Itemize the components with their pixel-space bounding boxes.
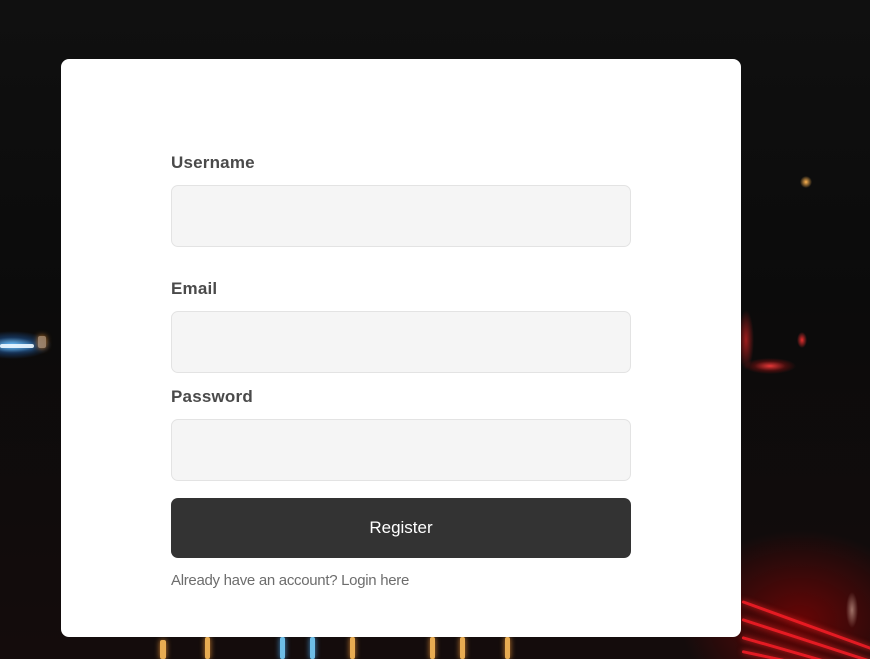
light-trail <box>310 637 315 659</box>
light-trail <box>430 637 435 659</box>
email-input[interactable] <box>171 311 631 373</box>
light-trail <box>205 637 210 659</box>
email-label: Email <box>171 279 218 298</box>
register-card: Username Email Password Register Already… <box>61 59 741 637</box>
light-trail <box>460 637 465 659</box>
register-button[interactable]: Register <box>171 498 631 558</box>
light-trail <box>350 637 355 659</box>
login-link[interactable]: Already have an account? Login here <box>171 572 409 589</box>
password-label: Password <box>171 387 253 406</box>
password-input[interactable] <box>171 419 631 481</box>
light-trail <box>280 637 285 659</box>
username-input[interactable] <box>171 185 631 247</box>
light-trail <box>505 637 510 659</box>
username-label: Username <box>171 153 255 172</box>
light-trail <box>38 336 46 348</box>
light-trail <box>0 344 34 348</box>
light-trail <box>160 640 166 659</box>
